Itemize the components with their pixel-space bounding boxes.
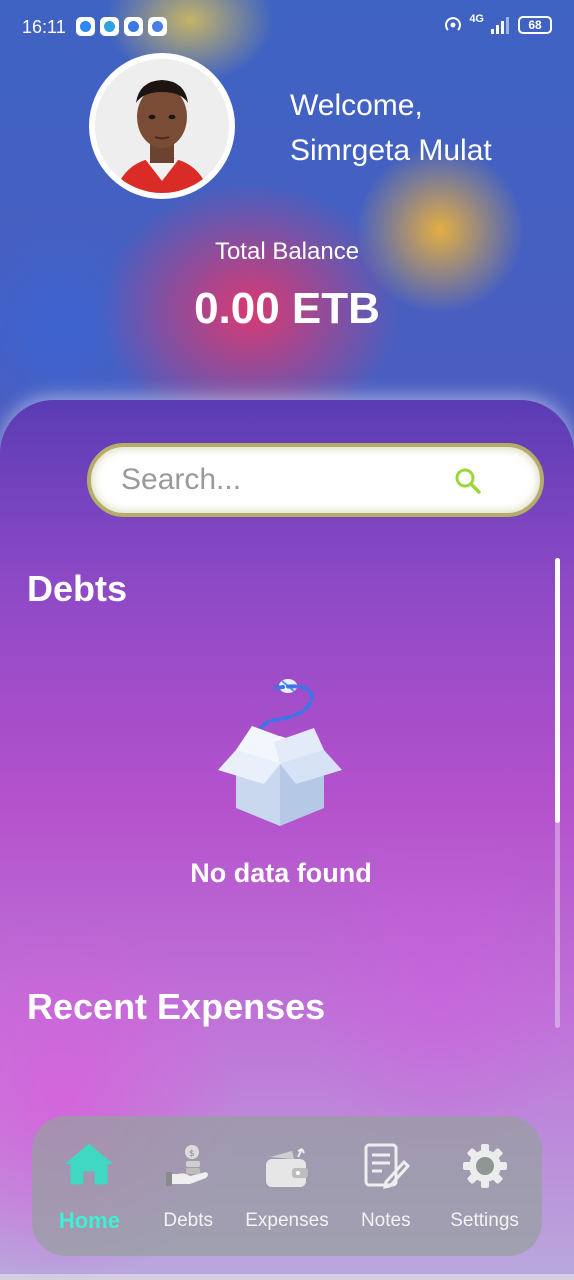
scrollbar-thumb[interactable]: [555, 558, 560, 823]
nav-item-debts[interactable]: $ Debts: [140, 1140, 236, 1232]
nav-item-home[interactable]: Home: [41, 1138, 137, 1234]
search-icon[interactable]: [454, 467, 482, 495]
wallet-icon: [261, 1140, 313, 1192]
notification-icons: [76, 17, 167, 36]
recent-expenses-title: Recent Expenses: [27, 986, 326, 1027]
network-type: 4G: [469, 13, 484, 25]
balance-label: Total Balance: [214, 238, 360, 265]
gesture-bar: [0, 1274, 574, 1280]
chrome-icon: [124, 17, 143, 36]
welcome-text: Welcome,: [290, 89, 423, 122]
nav-item-settings[interactable]: Settings: [437, 1140, 533, 1232]
gear-icon: [459, 1140, 511, 1192]
profile-photo: [95, 59, 229, 193]
money-hand-icon: $: [162, 1140, 214, 1192]
avatar[interactable]: [89, 53, 235, 199]
battery-indicator: 68: [518, 16, 552, 34]
balance-value: 0.00 ETB: [194, 284, 380, 333]
debts-title: Debts: [27, 568, 128, 609]
status-bar: 16:11 4G 68: [0, 0, 574, 54]
status-time: 16:11: [22, 17, 66, 37]
nav-label-settings: Settings: [450, 1210, 519, 1231]
bottom-navigation: Home $ Debts Expenses Notes Settings: [32, 1116, 542, 1256]
nav-label-expenses: Expenses: [245, 1210, 329, 1231]
nav-item-notes[interactable]: Notes: [338, 1140, 434, 1232]
svg-text:$: $: [189, 1149, 195, 1159]
search-input[interactable]: [121, 459, 441, 501]
search-box[interactable]: [87, 443, 544, 517]
welcome-block: Welcome, Simrgeta Mulat: [290, 83, 492, 173]
empty-box-icon: [218, 679, 342, 826]
telegram-icon: [100, 17, 119, 36]
user-name: Simrgeta Mulat: [290, 134, 492, 167]
nav-item-expenses[interactable]: Expenses: [239, 1140, 335, 1232]
empty-state-message: No data found: [190, 858, 372, 888]
scrollbar[interactable]: [555, 558, 560, 1028]
nav-label-home: Home: [58, 1208, 120, 1233]
chat-bubble-icon: [76, 17, 95, 36]
hotspot-icon: [445, 17, 462, 31]
note-edit-icon: [360, 1140, 412, 1192]
system-icons: 4G 68: [443, 13, 552, 35]
home-icon: [63, 1138, 115, 1190]
signal-icon: [491, 17, 509, 34]
nav-label-debts: Debts: [163, 1210, 213, 1231]
nav-label-notes: Notes: [360, 1210, 411, 1231]
gmail-icon: [148, 17, 167, 36]
